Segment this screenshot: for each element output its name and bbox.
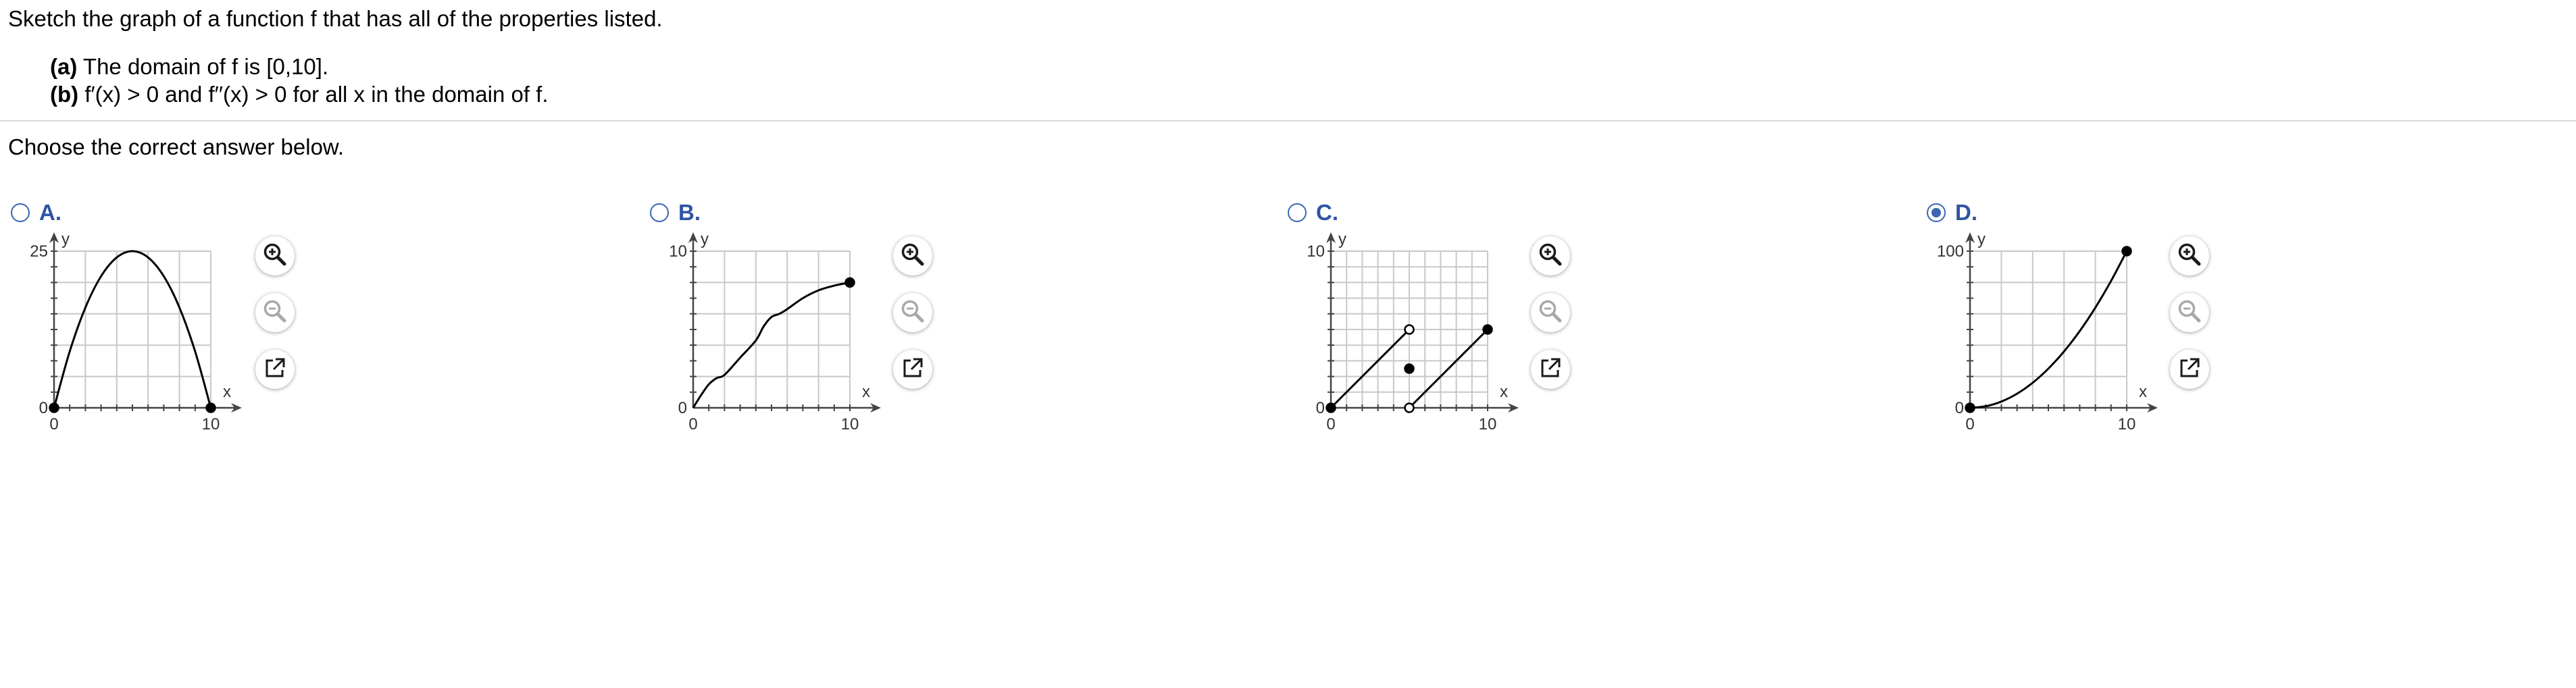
property-b-text: f′(x) > 0 and f′′(x) > 0 for all x in th… <box>84 82 549 107</box>
y-axis-label: y <box>61 231 70 248</box>
property-list: (a) The domain of f is [0,10]. (b) f′(x)… <box>50 53 549 108</box>
zoom-out-icon <box>2177 298 2202 327</box>
graph-c: yx1000 10 <box>1307 231 1519 433</box>
zoom-out-icon <box>900 298 926 327</box>
closed-point <box>1482 324 1493 335</box>
choice-c-open-button[interactable] <box>1531 350 1570 389</box>
y-tick-label: 10 <box>669 242 687 261</box>
origin-x-tick-label: 0 <box>1965 415 1974 433</box>
property-b-label: (b) <box>50 82 79 107</box>
choice-a-zoom-out-button[interactable] <box>255 293 295 332</box>
x-tick-label: 10 <box>1479 415 1497 433</box>
zoom-in-icon <box>2177 242 2202 271</box>
open-point <box>1404 324 1415 335</box>
property-b: (b) f′(x) > 0 and f′′(x) > 0 for all x i… <box>50 80 549 108</box>
choice-c: C. y x 10 0 0 10 <box>1288 196 1571 466</box>
origin-x-tick-label: 0 <box>49 415 58 433</box>
open-external-icon <box>900 355 926 384</box>
grid <box>1969 250 2127 408</box>
closed-point <box>1965 402 1975 413</box>
zoom-in-icon <box>262 242 288 271</box>
curve-path <box>1330 328 1411 409</box>
choice-d: D. y x 100 0 0 10 <box>1927 196 2211 466</box>
choice-b-zoom-in-button[interactable] <box>893 236 932 275</box>
choice-a-zoom-in-button[interactable] <box>255 236 295 275</box>
choice-c-letter: C. <box>1316 200 1338 225</box>
origin-x-tick-label: 0 <box>1326 415 1335 433</box>
open-external-icon <box>1538 355 1563 384</box>
y-tick-label: 100 <box>1937 242 1964 261</box>
choice-c-radio[interactable] <box>1288 203 1307 222</box>
instruction-text: Choose the correct answer below. <box>8 134 345 159</box>
x-axis-label: x <box>1500 383 1508 401</box>
choice-d-option[interactable]: D. <box>1927 199 1977 226</box>
open-external-icon <box>262 355 288 384</box>
origin-x-tick-label: 0 <box>688 415 697 433</box>
choice-b-open-button[interactable] <box>893 350 932 389</box>
choice-b-radio[interactable] <box>650 203 669 222</box>
choice-b-zoom-out-button[interactable] <box>893 293 932 332</box>
origin-y-tick-label: 0 <box>1316 399 1325 417</box>
x-tick-label: 10 <box>841 415 859 433</box>
y-tick-label: 10 <box>1307 242 1325 261</box>
x-axis-label: x <box>2139 383 2147 401</box>
choice-d-radio[interactable] <box>1927 203 1946 222</box>
closed-point <box>2121 246 2132 257</box>
choice-b: B. y x 10 0 0 10 <box>650 196 934 466</box>
property-a: (a) The domain of f is [0,10]. <box>50 53 549 80</box>
closed-point <box>49 402 59 413</box>
choice-a-option[interactable]: A. <box>11 199 61 226</box>
choice-d-open-button[interactable] <box>2170 350 2209 389</box>
y-tick-label: 25 <box>30 242 48 261</box>
choice-a-radio[interactable] <box>11 203 30 222</box>
choice-d-letter: D. <box>1955 200 1977 225</box>
x-tick-label: 10 <box>202 415 220 433</box>
graph-b: yx1000 10 <box>669 231 881 433</box>
question-text: Sketch the graph of a function f that ha… <box>8 6 663 31</box>
section-divider <box>0 120 2576 122</box>
y-axis-label: y <box>1338 231 1346 248</box>
choice-d-zoom-out-button[interactable] <box>2170 293 2209 332</box>
x-axis-label: x <box>223 383 231 401</box>
origin-y-tick-label: 0 <box>678 399 687 417</box>
y-axis-label: y <box>1977 231 1986 248</box>
zoom-in-icon <box>1538 242 1563 271</box>
curve <box>53 250 212 408</box>
property-a-text: The domain of f is [0,10]. <box>82 54 329 79</box>
choice-b-letter: B. <box>678 200 701 225</box>
closed-point <box>844 277 855 288</box>
choice-a: A. y x 25 0 0 10 <box>11 196 295 466</box>
curve <box>1969 250 2128 409</box>
curve-path <box>1408 328 1489 409</box>
open-point <box>1404 402 1415 413</box>
x-axis-label: x <box>862 383 870 401</box>
closed-point <box>1404 363 1415 374</box>
graph-a: y x 25 00 10 <box>30 231 242 433</box>
choice-b-option[interactable]: B. <box>650 199 701 226</box>
zoom-out-icon <box>1538 298 1563 327</box>
graph-d: y x 100 00 10 <box>1937 231 2158 433</box>
grid <box>692 250 851 408</box>
choice-d-zoom-in-button[interactable] <box>2170 236 2209 275</box>
curve-path <box>1969 250 2128 409</box>
choice-c-option[interactable]: C. <box>1288 199 1338 226</box>
y-axis-label: y <box>701 231 709 248</box>
closed-point <box>1325 402 1336 413</box>
curve-path <box>53 250 212 408</box>
choice-c-zoom-in-button[interactable] <box>1531 236 1570 275</box>
closed-point <box>205 402 216 413</box>
choice-a-letter: A. <box>39 200 61 225</box>
choice-a-open-button[interactable] <box>255 350 295 389</box>
origin-y-tick-label: 0 <box>39 399 48 417</box>
open-external-icon <box>2177 355 2202 384</box>
property-a-label: (a) <box>50 54 78 79</box>
zoom-out-icon <box>262 298 288 327</box>
zoom-in-icon <box>900 242 926 271</box>
x-tick-label: 10 <box>2118 415 2136 433</box>
choice-c-zoom-out-button[interactable] <box>1531 293 1570 332</box>
origin-y-tick-label: 0 <box>1955 399 1964 417</box>
